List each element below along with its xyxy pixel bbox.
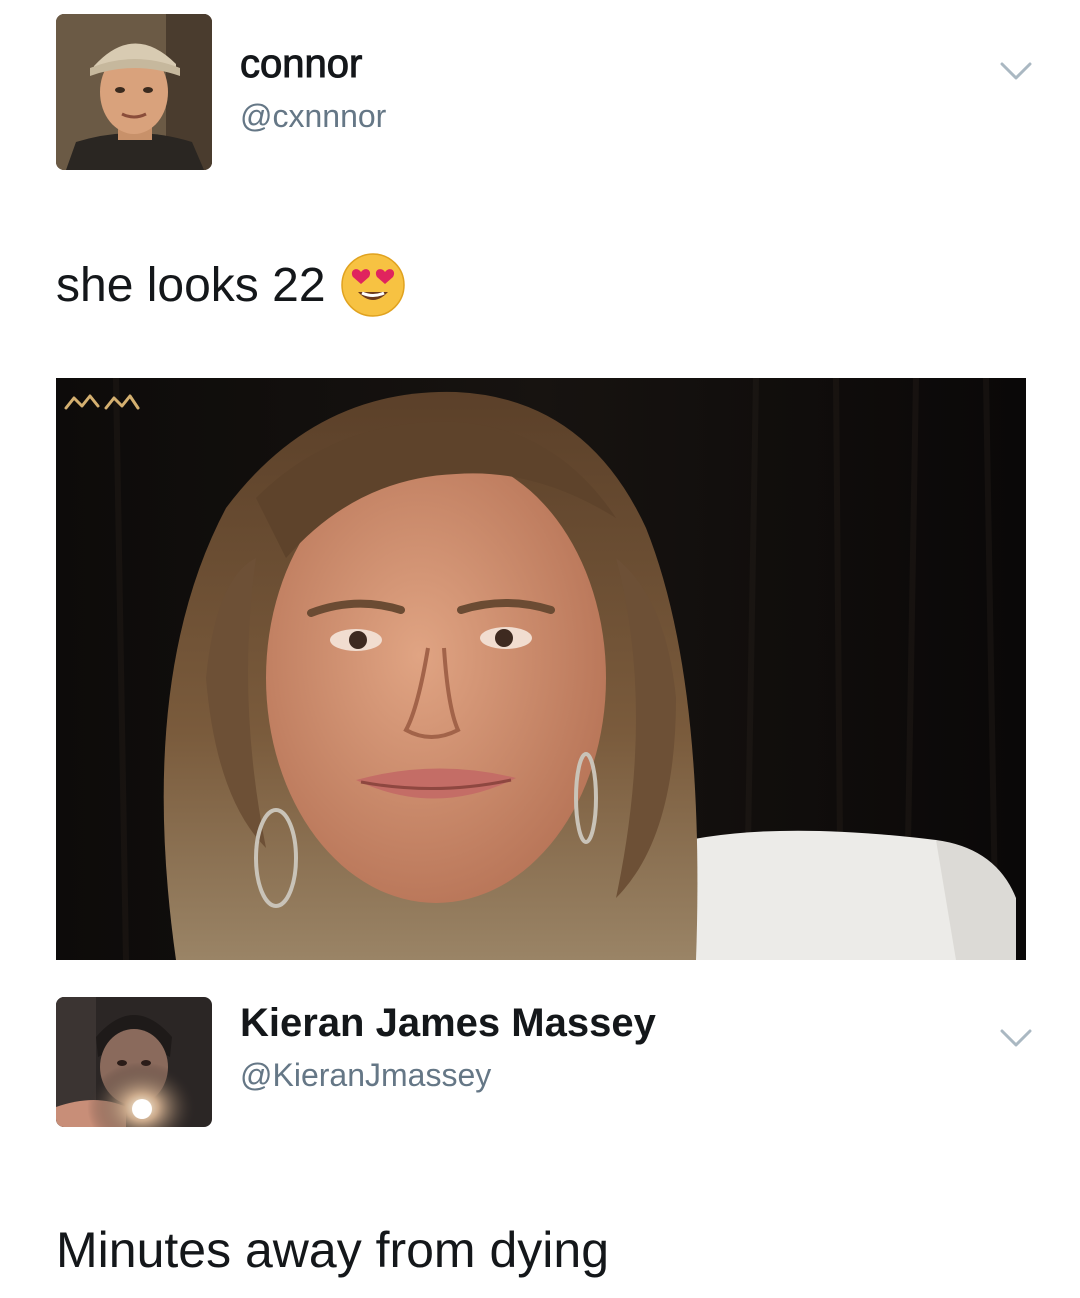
tweet-original: connor @cxnnnor she looks 22 [0,0,1080,370]
tweet-text-content: Minutes away from dying [56,1222,610,1278]
tweet-photo[interactable] [56,378,1026,960]
avatar-connor[interactable] [56,14,212,170]
tweet-text: she looks 22 [56,252,406,318]
chevron-down-icon[interactable] [996,1025,1036,1053]
display-name[interactable]: connor [239,42,362,87]
user-handle[interactable]: @cxnnnor [240,98,386,135]
heart-eyes-emoji-icon [340,252,406,318]
tweet-reply: Kieran James Massey @KieranJmassey Minut… [0,985,1080,1298]
avatar-kieran[interactable] [56,997,212,1127]
tweet-text-content: she looks 22 [56,258,326,312]
chevron-down-icon[interactable] [996,58,1036,86]
display-name[interactable]: Kieran James Massey [240,1001,656,1046]
tweet-text: Minutes away from dying [56,1221,609,1279]
user-handle[interactable]: @KieranJmassey [240,1057,491,1094]
